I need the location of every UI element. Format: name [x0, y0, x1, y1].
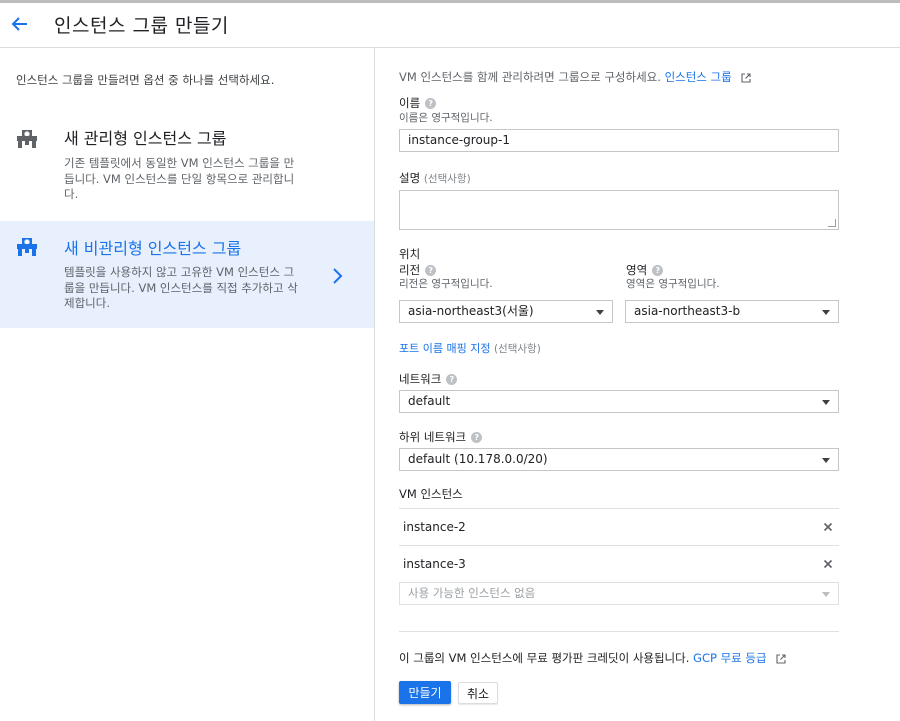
- external-link-icon[interactable]: [776, 653, 786, 664]
- left-pane: 인스턴스 그룹을 만들려면 옵션 중 하나를 선택하세요. 새 관리형 인스턴스…: [0, 48, 375, 721]
- network-select[interactable]: default: [399, 390, 839, 413]
- left-intro: 인스턴스 그룹을 만들려면 옵션 중 하나를 선택하세요.: [16, 73, 275, 87]
- free-tier-notice: 이 그룹의 VM 인스턴스에 무료 평가판 크레딧이 사용됩니다. GCP 무료…: [399, 650, 786, 666]
- form-intro: VM 인스턴스를 함께 관리하려면 그룹으로 구성하세요. 인스턴스 그룹: [399, 69, 751, 85]
- free-tier-text: 이 그룹의 VM 인스턴스에 무료 평가판 크레딧이 사용됩니다.: [399, 651, 690, 665]
- zone-hint: 영역은 영구적입니다.: [626, 278, 720, 290]
- name-label-row: 이름?: [399, 95, 437, 111]
- location-label: 위치: [399, 247, 421, 261]
- cancel-button[interactable]: 취소: [458, 682, 498, 704]
- name-input[interactable]: instance-group-1: [399, 129, 839, 152]
- name-label: 이름: [399, 96, 421, 110]
- create-button[interactable]: 만들기: [399, 681, 451, 704]
- instance-group-icon: [17, 130, 37, 148]
- chevron-right-icon: [333, 268, 343, 284]
- instance-group-docs-link[interactable]: 인스턴스 그룹: [665, 70, 732, 84]
- close-icon[interactable]: [823, 522, 833, 532]
- option-description: 기존 템플릿에서 동일한 VM 인스턴스 그룹을 만듭니다. VM 인스턴스를 …: [64, 156, 295, 201]
- optional-hint: (선택사항): [493, 343, 541, 355]
- zone-select[interactable]: asia-northeast3-b: [625, 300, 839, 323]
- divider: [399, 631, 839, 632]
- option-title: 새 비관리형 인스턴스 그룹: [64, 239, 242, 258]
- option-title: 새 관리형 인스턴스 그룹: [64, 129, 227, 148]
- back-arrow-icon[interactable]: [10, 14, 30, 34]
- help-icon[interactable]: ?: [652, 265, 664, 276]
- vm-instances-label: VM 인스턴스: [399, 487, 463, 501]
- zone-label: 영역: [626, 263, 648, 277]
- resize-handle[interactable]: [828, 219, 836, 227]
- help-icon[interactable]: ?: [471, 432, 483, 443]
- subnet-label: 하위 네트워크: [399, 430, 467, 444]
- description-label: 설명: [399, 171, 421, 185]
- port-mapping-link[interactable]: 포트 이름 매핑 지정: [399, 342, 490, 355]
- vm-instance-name: instance-3: [403, 557, 466, 571]
- region-label: 리전: [399, 263, 421, 277]
- option-managed-group[interactable]: 새 관리형 인스턴스 그룹 기존 템플릿에서 동일한 VM 인스턴스 그룹을 만…: [0, 113, 374, 221]
- page-title: 인스턴스 그룹 만들기: [54, 15, 229, 37]
- subnet-select[interactable]: default (10.178.0.0/20): [399, 448, 839, 471]
- vm-instance-row: instance-2: [399, 509, 839, 545]
- help-icon[interactable]: ?: [425, 98, 437, 109]
- vm-instance-name: instance-2: [403, 520, 466, 534]
- network-label: 네트워크: [399, 372, 442, 386]
- description-label-row: 설명 (선택사항): [399, 170, 471, 186]
- vm-instance-select[interactable]: 사용 가능한 인스턴스 없음: [399, 582, 839, 605]
- page-header: 인스턴스 그룹 만들기: [0, 3, 900, 48]
- help-icon[interactable]: ?: [425, 265, 437, 276]
- network-label-row: 네트워크?: [399, 371, 458, 387]
- option-description: 템플릿을 사용하지 않고 고유한 VM 인스턴스 그룹을 만듭니다. VM 인스…: [64, 265, 298, 310]
- port-mapping-row: 포트 이름 매핑 지정 (선택사항): [399, 340, 541, 356]
- vm-instance-row: instance-3: [399, 546, 839, 582]
- instance-group-icon: [17, 238, 37, 256]
- form-intro-text: VM 인스턴스를 함께 관리하려면 그룹으로 구성하세요.: [399, 70, 661, 84]
- close-icon[interactable]: [823, 559, 833, 569]
- option-unmanaged-group[interactable]: 새 비관리형 인스턴스 그룹 템플릿을 사용하지 않고 고유한 VM 인스턴스 …: [0, 221, 374, 328]
- subnet-label-row: 하위 네트워크?: [399, 429, 483, 445]
- help-icon[interactable]: ?: [446, 374, 458, 385]
- external-link-icon[interactable]: [741, 72, 751, 83]
- region-select[interactable]: asia-northeast3(서울): [399, 300, 613, 323]
- free-tier-link[interactable]: GCP 무료 등급: [693, 651, 767, 665]
- region-hint: 리전은 영구적입니다.: [399, 278, 493, 290]
- description-textarea[interactable]: [399, 190, 839, 230]
- optional-hint: (선택사항): [423, 173, 471, 185]
- name-hint: 이름은 영구적입니다.: [399, 112, 493, 124]
